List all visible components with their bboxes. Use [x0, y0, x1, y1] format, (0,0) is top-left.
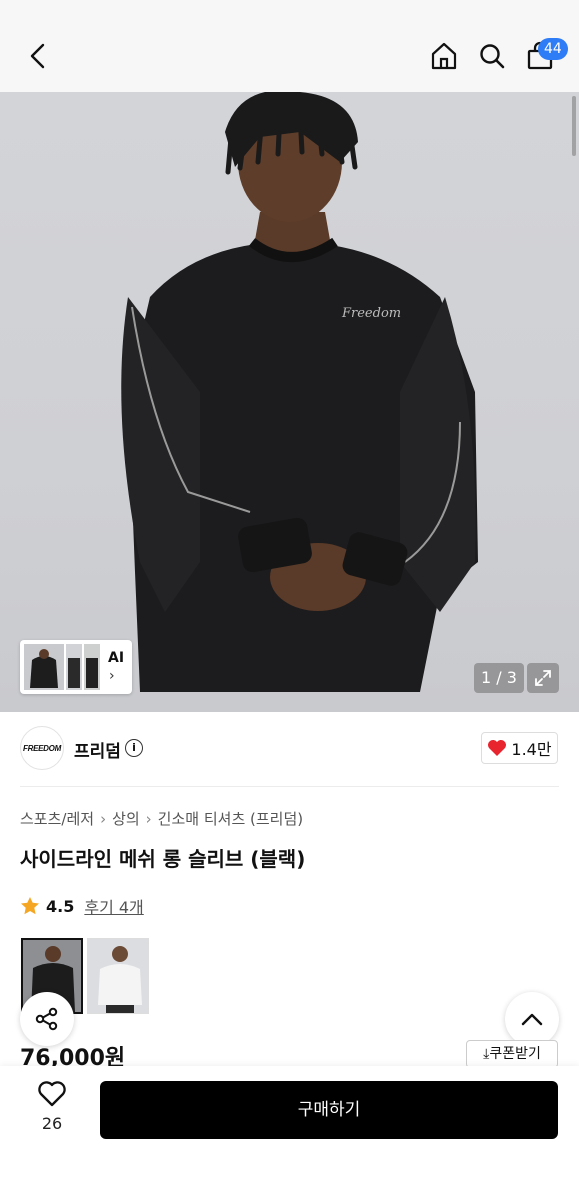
- color-swatch-white[interactable]: [87, 938, 149, 1014]
- home-icon: [431, 42, 457, 70]
- breadcrumb: 스포츠/레저 › 상의 › 긴소매 티셔츠 (프리덤): [20, 808, 303, 829]
- ai-label[interactable]: AI: [108, 650, 124, 666]
- search-button[interactable]: [474, 38, 510, 74]
- star-icon: [21, 897, 39, 915]
- image-counter: 1 / 3: [474, 663, 524, 693]
- breadcrumb-item[interactable]: 긴소매 티셔츠 (프리덤): [158, 810, 303, 828]
- chevron-left-icon: [30, 43, 45, 69]
- rating-row: 4.5 후기 4개: [20, 894, 144, 918]
- cart-count-badge: 44: [538, 38, 568, 60]
- product-image[interactable]: Freedom: [0, 92, 579, 712]
- brand-like-button[interactable]: 1.4만: [481, 732, 558, 764]
- share-icon: [35, 1007, 58, 1031]
- heart-outline-icon: [38, 1081, 66, 1107]
- heart-filled-icon: [488, 740, 507, 756]
- divider: [20, 786, 559, 787]
- breadcrumb-item[interactable]: 스포츠/레저: [20, 810, 94, 828]
- brand-name[interactable]: 프리덤: [74, 737, 121, 762]
- search-icon: [480, 44, 505, 69]
- rating-value: 4.5: [46, 896, 75, 916]
- swatch-image: [88, 939, 148, 1013]
- expand-icon: [535, 670, 551, 686]
- home-button[interactable]: [426, 38, 462, 74]
- coupon-button[interactable]: ⤓쿠폰받기: [466, 1040, 558, 1068]
- breadcrumb-separator: ›: [145, 810, 152, 828]
- share-button[interactable]: [20, 992, 74, 1046]
- info-icon[interactable]: i: [125, 739, 143, 757]
- svg-text:Freedom: Freedom: [341, 306, 401, 321]
- wishlist-count: 26: [41, 1114, 63, 1133]
- breadcrumb-separator: ›: [100, 810, 107, 828]
- fullscreen-button[interactable]: [527, 663, 559, 693]
- coupon-label: 쿠폰받기: [489, 1046, 541, 1062]
- back-button[interactable]: [20, 38, 56, 74]
- scroll-indicator: [572, 96, 576, 156]
- reviews-link[interactable]: 후기 4개: [84, 894, 143, 918]
- chevron-up-icon: [521, 1013, 543, 1026]
- brand-logo[interactable]: FREEDOM: [20, 726, 64, 770]
- thumbnail-images: [24, 644, 100, 690]
- product-title: 사이드라인 메쉬 롱 슬리브 (블랙): [20, 847, 306, 871]
- product-photo: Freedom: [121, 92, 478, 692]
- buy-button[interactable]: 구매하기: [100, 1081, 558, 1139]
- breadcrumb-item[interactable]: 상의: [112, 810, 140, 828]
- chevron-right-icon: ›: [109, 668, 115, 684]
- brand-like-count: 1.4만: [511, 740, 552, 759]
- scroll-to-top-button[interactable]: [505, 992, 559, 1046]
- brand-logo-text: FREEDOM: [23, 743, 61, 753]
- ai-similar-thumbnails[interactable]: [20, 640, 132, 694]
